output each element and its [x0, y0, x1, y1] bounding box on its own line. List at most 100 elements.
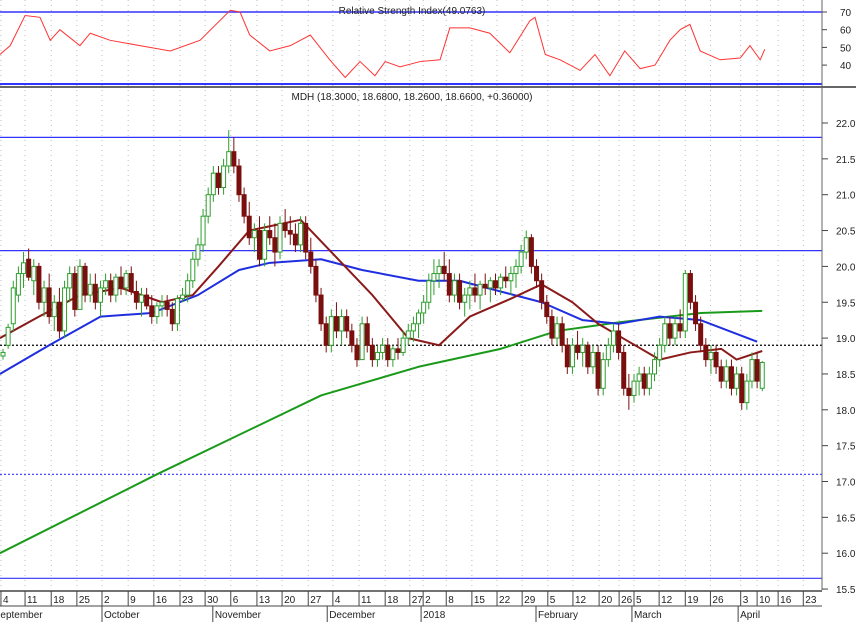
candle-down — [82, 265, 88, 296]
x-tick-label: 2 — [104, 595, 110, 606]
candle-up — [15, 273, 21, 296]
candle-up — [513, 265, 519, 275]
x-tick-label: 12 — [575, 595, 587, 606]
candle-down — [354, 344, 360, 361]
candle-up — [631, 380, 637, 396]
candle-up — [251, 230, 257, 239]
x-tick-label: 4 — [335, 595, 341, 606]
candle-down — [333, 316, 339, 332]
candle-up — [431, 273, 437, 282]
price-y-tick-label: 16.0 — [836, 549, 856, 560]
candle-down — [585, 344, 591, 368]
x-tick-label: 5 — [550, 595, 556, 606]
x-tick-label: 25 — [79, 595, 91, 606]
candle-down — [693, 301, 699, 325]
x-tick-label: 6 — [233, 595, 239, 606]
x-tick-label: 27 — [310, 595, 322, 606]
candle-down — [108, 280, 114, 296]
candle-up — [51, 301, 57, 318]
candle-up — [498, 276, 504, 289]
candle-down — [257, 230, 262, 260]
candle-up — [580, 344, 586, 353]
x-tick-label: 16 — [156, 595, 168, 606]
candle-down — [282, 222, 288, 232]
candle-up — [97, 287, 103, 303]
candle-up — [210, 172, 216, 196]
candle-down — [549, 316, 555, 339]
x-tick-label: 22 — [499, 595, 511, 606]
candle-up — [749, 359, 755, 382]
candle-down — [559, 323, 565, 346]
price-y-tick-label: 21.5 — [836, 155, 856, 166]
rsi-y-tick-label: 40 — [840, 61, 852, 72]
candle-up — [87, 283, 93, 296]
candle-up — [226, 151, 232, 167]
price-y-tick-label: 20.0 — [836, 262, 856, 273]
candle-up — [159, 301, 165, 307]
candle-down — [364, 323, 370, 346]
month-label: September — [0, 610, 43, 621]
candle-up — [451, 280, 457, 296]
candle-up — [569, 344, 575, 368]
candle-down — [446, 273, 452, 296]
candle-down — [441, 265, 447, 275]
x-tick-label: 19 — [687, 595, 699, 606]
x-tick-label: 26 — [621, 595, 633, 606]
candle-down — [318, 294, 324, 325]
candle-up — [759, 361, 765, 389]
price-y-tick-label: 17.0 — [836, 478, 856, 489]
candle-up — [734, 373, 740, 389]
rsi-y-tick-label: 50 — [840, 43, 852, 54]
candle-up — [518, 251, 524, 267]
candle-down — [128, 273, 134, 292]
x-tick-label: 2 — [425, 595, 431, 606]
candle-down — [385, 344, 391, 361]
price-y-tick-label: 16.5 — [836, 513, 856, 524]
candle-up — [139, 294, 145, 303]
candle-down — [144, 294, 150, 307]
month-label: October — [104, 610, 140, 621]
candle-down — [492, 280, 498, 289]
price-panel — [0, 130, 822, 579]
candle-up — [262, 230, 268, 260]
price-y-tick-label: 17.5 — [836, 442, 856, 453]
rsi-y-tick-label: 70 — [840, 8, 852, 19]
candle-up — [77, 265, 83, 310]
price-y-tick-label: 22.0 — [836, 119, 856, 130]
x-tick-label: 5 — [636, 595, 642, 606]
x-tick-label: 11 — [361, 595, 372, 606]
candle-down — [236, 165, 242, 196]
candle-up — [67, 273, 73, 289]
candle-up — [600, 359, 606, 389]
candle-up — [31, 265, 37, 282]
candle-down — [92, 283, 98, 303]
candle-down — [231, 151, 237, 167]
candle-up — [405, 330, 411, 339]
candle-down — [575, 344, 581, 353]
x-tick-label: 30 — [207, 595, 219, 606]
candle-down — [564, 344, 570, 368]
candle-down — [369, 344, 375, 361]
x-tick-label: 3 — [743, 595, 749, 606]
candle-down — [641, 373, 647, 389]
candle-down — [698, 323, 704, 346]
candle-down — [395, 348, 401, 353]
rsi-title: Relative Strength Index(49.0763) — [339, 6, 486, 17]
candle-down — [472, 287, 478, 296]
candle-down — [677, 323, 683, 332]
candle-down — [149, 305, 155, 318]
candle-down — [313, 265, 319, 296]
candle-down — [616, 330, 622, 353]
rsi-y-tick-label: 60 — [840, 26, 852, 37]
candle-down — [621, 351, 627, 389]
candle-down — [241, 194, 247, 217]
price-y-tick-label: 18.5 — [836, 370, 856, 381]
candle-down — [349, 330, 355, 346]
candle-down — [718, 366, 724, 382]
stock-chart: 40 50 60 70 15.5 16.0 16.5 17.0 17.5 18.0 18.5 19.0… — [0, 0, 856, 622]
price-y-tick-label: 20.5 — [836, 227, 856, 238]
month-label: March — [634, 610, 662, 621]
candle-up — [221, 165, 227, 189]
x-tick-label: 23 — [805, 595, 817, 606]
candle-up — [154, 305, 160, 318]
